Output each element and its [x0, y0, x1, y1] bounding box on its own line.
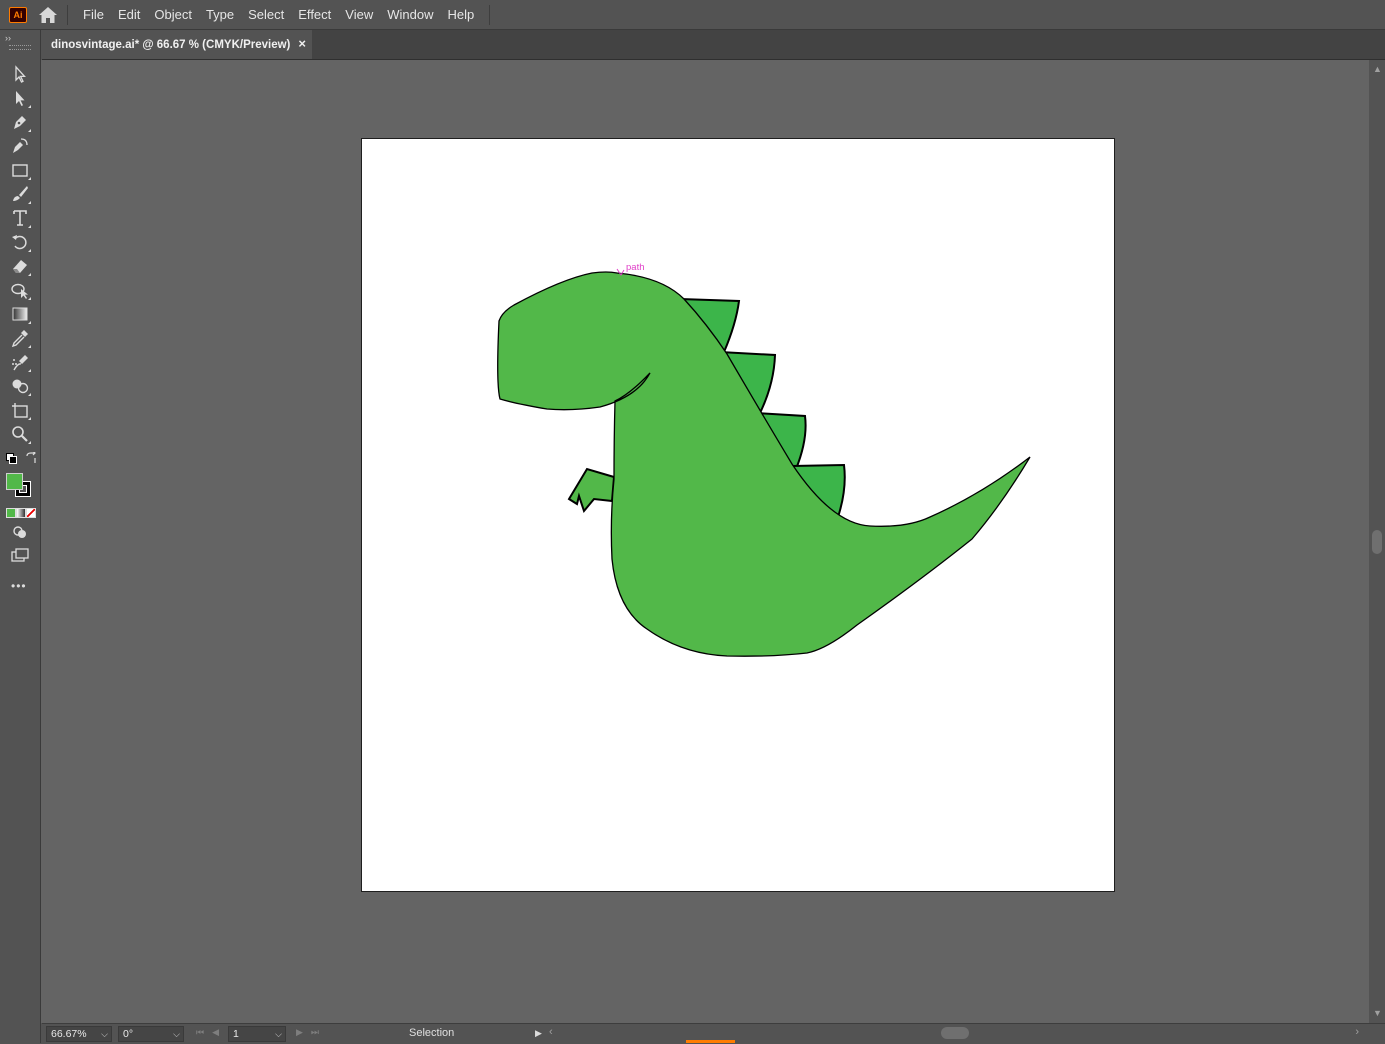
artboard-number: 1: [233, 1028, 239, 1040]
paintbrush-tool-icon[interactable]: [8, 183, 32, 205]
fill-color-swatch[interactable]: [6, 473, 23, 490]
close-tab-icon[interactable]: ×: [298, 36, 306, 51]
vertical-scrollbar[interactable]: ▲ ▼: [1369, 60, 1385, 1023]
type-tool-icon[interactable]: [8, 207, 32, 229]
scroll-left-icon[interactable]: ‹: [549, 1026, 553, 1038]
menu-separator: [67, 4, 68, 25]
zoom-field[interactable]: 66.67% ⌵: [46, 1026, 112, 1042]
dino-body: [497, 271, 1031, 657]
menu-select[interactable]: Select: [241, 0, 291, 29]
menu-object[interactable]: Object: [147, 0, 199, 29]
zoom-tool-icon[interactable]: [8, 423, 32, 445]
curvature-tool-icon[interactable]: [8, 135, 32, 157]
first-artboard-icon[interactable]: ⏮: [196, 1027, 204, 1038]
puppet-warp-tool-icon[interactable]: [8, 279, 32, 301]
rotate-tool-icon[interactable]: [8, 231, 32, 253]
color-mode-icon[interactable]: [6, 508, 16, 518]
document-tab-bar: dinosvintage.ai* @ 66.67 % (CMYK/Preview…: [42, 30, 1385, 60]
status-menu-arrow-icon[interactable]: ▶: [535, 1028, 542, 1039]
edit-toolbar-icon[interactable]: •••: [11, 579, 27, 593]
gradient-mode-icon[interactable]: [16, 508, 26, 518]
rotation-value: 0°: [123, 1028, 134, 1040]
dinosaur-artwork[interactable]: path: [362, 139, 1114, 891]
menu-separator: [489, 4, 491, 25]
default-fill-stroke-icon[interactable]: [6, 453, 17, 464]
menu-file[interactable]: File: [76, 0, 111, 29]
pen-tool-icon[interactable]: [8, 111, 32, 133]
canvas-area[interactable]: path: [41, 60, 1369, 1023]
chevron-down-icon[interactable]: ⌵: [275, 1029, 282, 1040]
home-icon[interactable]: [37, 4, 59, 26]
artboard-number-field[interactable]: 1 ⌵: [228, 1026, 286, 1042]
eraser-tool-icon[interactable]: [8, 255, 32, 277]
menu-type[interactable]: Type: [199, 0, 241, 29]
horizontal-scroll-thumb[interactable]: [941, 1027, 969, 1039]
zoom-value: 66.67%: [51, 1028, 87, 1040]
last-artboard-icon[interactable]: ⏭: [311, 1027, 319, 1038]
none-mode-icon[interactable]: [26, 508, 36, 518]
collapse-panel-icon[interactable]: ››: [5, 33, 11, 43]
draw-mode-icon[interactable]: [8, 521, 32, 543]
scroll-right-icon[interactable]: ›: [1355, 1026, 1359, 1038]
menu-edit[interactable]: Edit: [111, 0, 147, 29]
menu-help[interactable]: Help: [440, 0, 481, 29]
eyedropper-tool-icon[interactable]: [8, 327, 32, 349]
direct-selection-tool-icon[interactable]: [8, 87, 32, 109]
menu-bar: Ai File Edit Object Type Select Effect V…: [0, 0, 1385, 30]
gradient-tool-icon[interactable]: [8, 303, 32, 325]
screen-mode-icon[interactable]: [8, 545, 32, 567]
next-artboard-icon[interactable]: ▶: [296, 1027, 303, 1038]
app-logo: Ai: [9, 6, 27, 23]
artboard-tool-icon[interactable]: [8, 399, 32, 421]
menu-window[interactable]: Window: [380, 0, 440, 29]
dino-arm: [567, 467, 616, 514]
rotation-field[interactable]: 0° ⌵: [118, 1026, 184, 1042]
menu-view[interactable]: View: [338, 0, 380, 29]
previous-artboard-icon[interactable]: ◀: [212, 1027, 219, 1038]
selection-tool-icon[interactable]: [8, 63, 32, 85]
shape-builder-tool-icon[interactable]: [8, 375, 32, 397]
symbol-sprayer-tool-icon[interactable]: [8, 351, 32, 373]
rectangle-tool-icon[interactable]: [8, 159, 32, 181]
tools-panel: ›› •••: [0, 30, 41, 1043]
document-tab-title: dinosvintage.ai* @ 66.67 % (CMYK/Preview…: [51, 38, 291, 51]
scroll-up-icon[interactable]: ▲: [1373, 64, 1382, 74]
panel-grip[interactable]: [9, 45, 31, 50]
vertical-scroll-thumb[interactable]: [1372, 530, 1382, 554]
artboard[interactable]: path: [361, 138, 1115, 892]
scroll-down-icon[interactable]: ▼: [1373, 1008, 1382, 1018]
document-tab[interactable]: dinosvintage.ai* @ 66.67 % (CMYK/Preview…: [42, 30, 312, 59]
swap-fill-stroke-icon[interactable]: [25, 450, 37, 464]
smart-guide-label: path: [626, 262, 645, 273]
chevron-down-icon[interactable]: ⌵: [173, 1029, 180, 1040]
horizontal-scrollbar[interactable]: ‹ ›: [545, 1026, 1365, 1040]
chevron-down-icon[interactable]: ⌵: [101, 1029, 108, 1040]
menu-effect[interactable]: Effect: [291, 0, 338, 29]
current-tool-status: Selection: [409, 1027, 455, 1039]
